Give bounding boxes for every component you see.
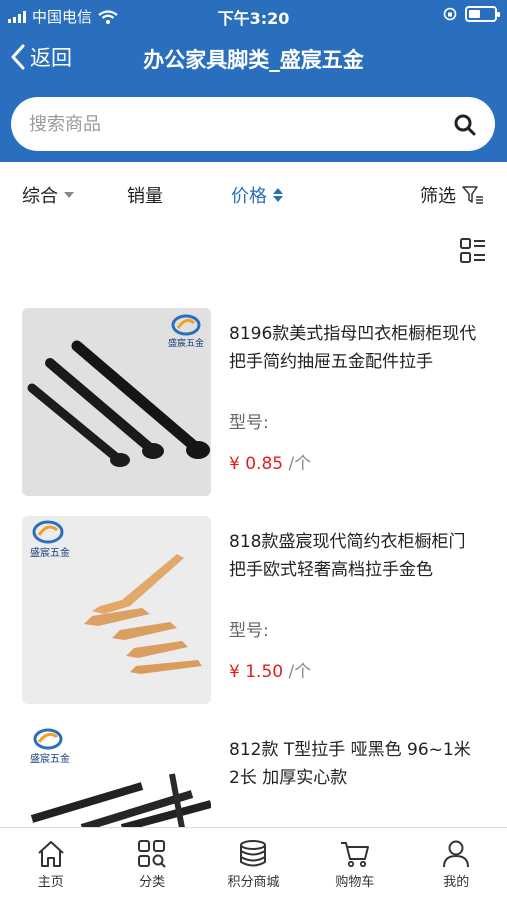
tab-profile-label: 我的 [443,875,470,890]
brand-logo: 盛宸五金 [164,312,208,354]
product-image: 盛宸五金 [22,516,211,704]
product-model: 型号: [229,413,269,433]
page-title: 办公家具脚类_盛宸五金 [143,48,364,72]
brand-logo: 盛宸五金 [26,726,74,774]
tab-category[interactable]: 分类 [101,828,202,900]
tab-profile[interactable]: 我的 [406,828,507,900]
clock: 下午3:20 [217,9,290,28]
product-image: 盛宸五金 [22,308,211,496]
product-card[interactable]: 盛宸五金 818款盛宸现代简约衣柜橱柜门把手欧式轻奢高档拉手金色 型号: ¥ 1… [0,514,507,704]
tab-points-mall[interactable]: 积分商城 [203,828,304,900]
svg-text:盛宸五金: 盛宸五金 [168,337,204,349]
orientation-lock-icon [443,7,457,21]
tab-cart-label: 购物车 [335,875,375,890]
product-price: ¥ 0.85 /个 [229,449,311,474]
product-price: ¥ 1.50 /个 [229,657,311,682]
sort-bar: 综合 销量 价格 筛选 [0,162,507,224]
sort-comprehensive-label: 综合 [22,186,58,207]
tab-home-label: 主页 [37,875,64,890]
price-unit: /个 [288,454,312,474]
price-value: 0.85 [245,454,284,474]
nav-bar: 返回 办公家具脚类_盛宸五金 [0,30,507,86]
tab-bar: 主页 分类 积分商城 购物车 我的 [0,827,507,900]
price-unit: /个 [288,662,312,682]
home-icon [38,841,64,867]
sort-comprehensive[interactable]: 综合 [22,182,74,208]
product-name: 812款 T型拉手 哑黑色 96~1米2长 加厚实心款 [229,740,471,788]
status-bar: 中国电信 下午3:20 [0,0,507,30]
tab-points-mall-label: 积分商城 [227,875,280,890]
filter-label: 筛选 [420,186,456,207]
tab-cart[interactable]: 购物车 [304,828,405,900]
user-icon [443,840,470,868]
category-icon [138,840,166,868]
search-icon[interactable] [453,113,477,137]
battery-icon [465,6,500,22]
search-input[interactable] [29,97,439,151]
tab-category-label: 分类 [139,875,166,890]
filter-icon [462,186,483,204]
points-mall-icon [240,840,267,867]
sort-price[interactable]: 价格 [231,182,283,208]
layout-toggle-icon[interactable] [460,238,486,264]
product-name: 818款盛宸现代简约衣柜橱柜门把手欧式轻奢高档拉手金色 [229,532,466,580]
tab-home[interactable]: 主页 [0,828,101,900]
price-value: 1.50 [245,662,284,682]
header: 中国电信 下午3:20 返回 办公家具脚类_盛宸五金 [0,0,507,162]
svg-text:盛宸五金: 盛宸五金 [30,752,70,765]
svg-text:盛宸五金: 盛宸五金 [30,546,70,559]
currency-symbol: ¥ [229,662,240,682]
currency-symbol: ¥ [229,454,240,474]
product-model: 型号: [229,621,269,641]
filter-button[interactable]: 筛选 [420,182,484,208]
brand-logo: 盛宸五金 [26,518,74,568]
product-image: 盛宸五金 [22,724,211,828]
product-card[interactable]: 盛宸五金 8196款美式指母凹衣柜橱柜现代把手简约抽屉五金配件拉手 型号: ¥ … [0,306,507,496]
caret-down-icon [64,192,74,198]
sort-sales[interactable]: 销量 [127,182,163,208]
sort-sales-label: 销量 [127,186,163,207]
sort-price-label: 价格 [231,186,267,207]
sort-arrows-icon [273,188,283,202]
cart-icon [340,842,369,868]
product-name: 8196款美式指母凹衣柜橱柜现代把手简约抽屉五金配件拉手 [229,324,477,372]
search-bar [11,97,495,151]
